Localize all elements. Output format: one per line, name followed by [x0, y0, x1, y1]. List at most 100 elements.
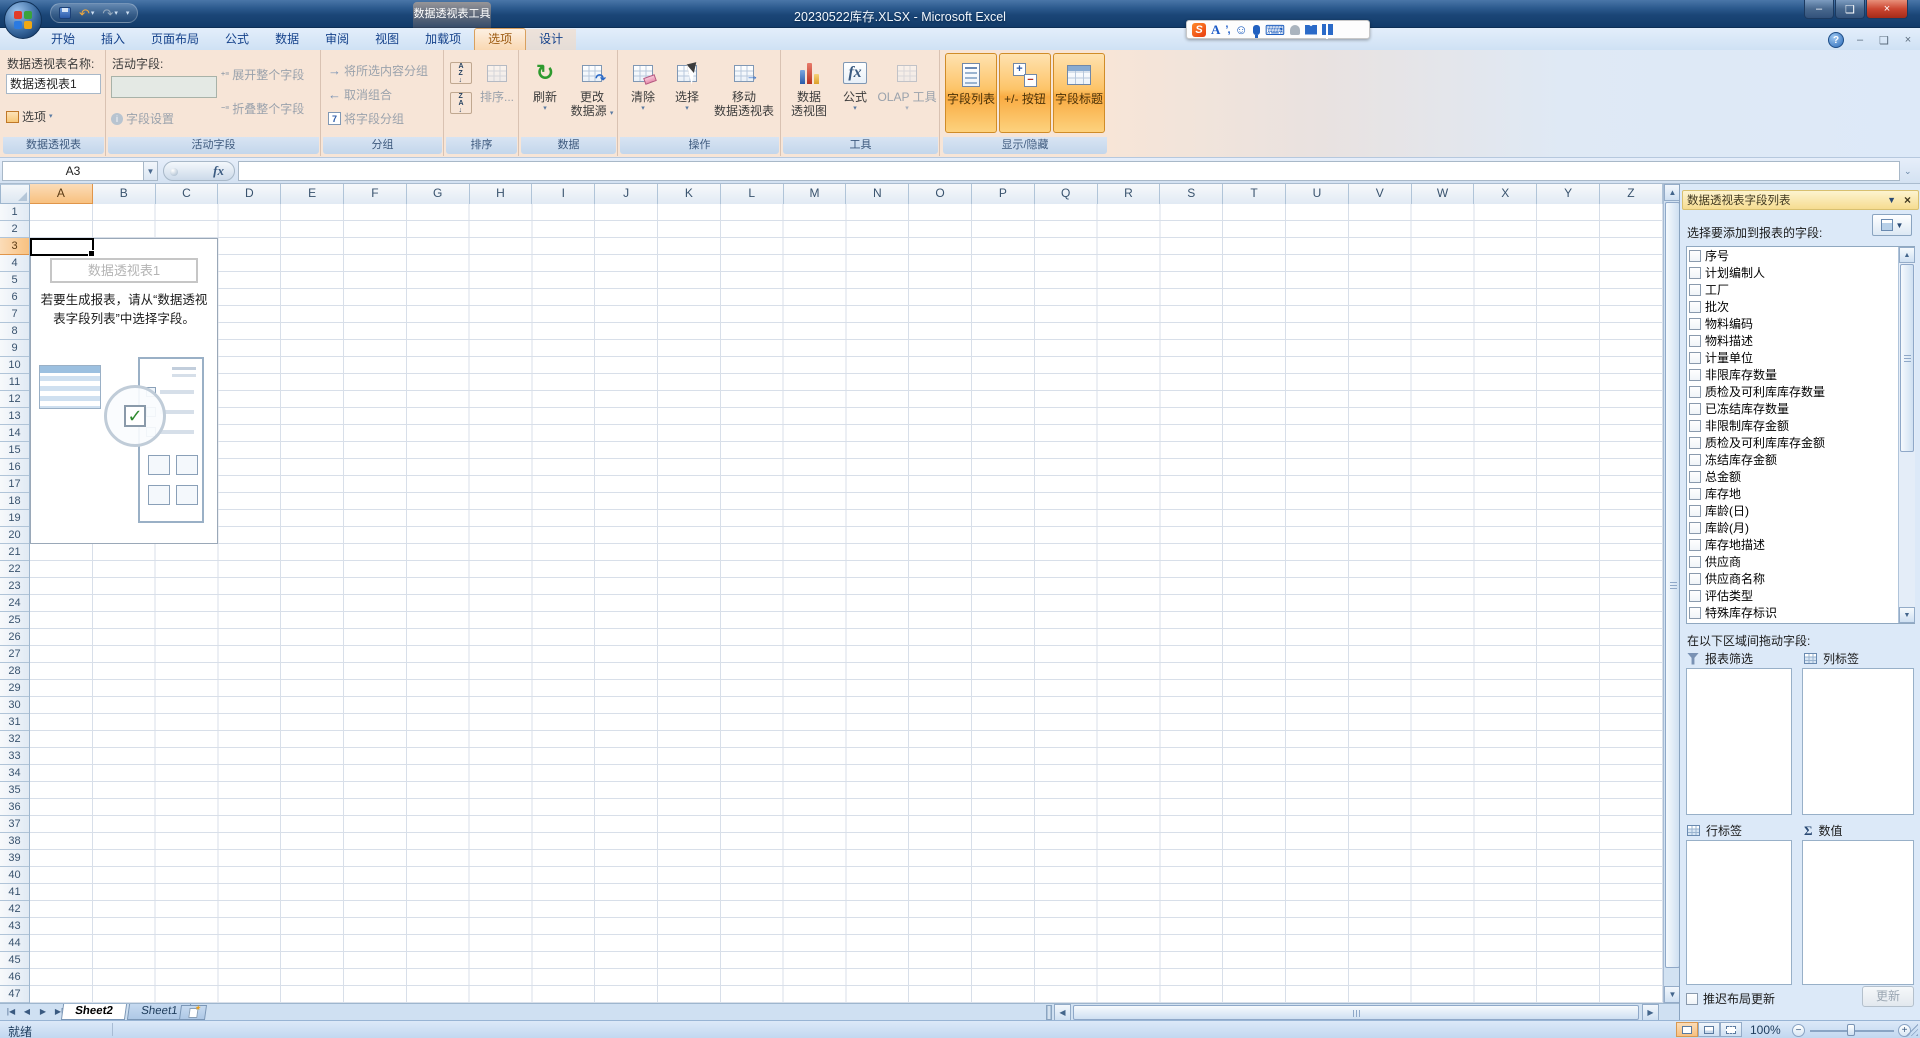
field-checkbox[interactable]	[1689, 504, 1701, 517]
row-header-32[interactable]: 32	[0, 731, 29, 748]
name-box[interactable]: A3	[2, 161, 144, 181]
change-data-source-button[interactable]: ↷ 更改 数据源 ▾	[568, 53, 616, 135]
field-item[interactable]: 总金额	[1687, 468, 1914, 485]
row-header-6[interactable]: 6	[0, 289, 29, 306]
field-item[interactable]: 质检及可利库库存金额	[1687, 434, 1914, 451]
doc-restore-button[interactable]: ❑	[1876, 34, 1892, 47]
insert-function-button[interactable]: fx	[163, 161, 235, 181]
row-header-26[interactable]: 26	[0, 629, 29, 646]
ribbon-tab-加载项[interactable]: 加载项	[412, 29, 474, 50]
field-checkbox[interactable]	[1689, 368, 1701, 381]
maximize-button[interactable]: ❑	[1835, 0, 1865, 19]
group-item-2[interactable]: ← 取消组合	[328, 86, 392, 103]
column-header-C[interactable]: C	[155, 184, 219, 204]
column-header-H[interactable]: H	[469, 184, 533, 204]
column-header-V[interactable]: V	[1348, 184, 1412, 204]
normal-view-button[interactable]	[1676, 1022, 1698, 1037]
column-header-W[interactable]: W	[1411, 184, 1475, 204]
field-item[interactable]: 冻结库存金额	[1687, 451, 1914, 468]
zoom-slider-thumb[interactable]	[1847, 1024, 1855, 1036]
field-checkbox[interactable]	[1689, 572, 1701, 585]
column-header-Y[interactable]: Y	[1537, 184, 1600, 204]
ime-toolbox-icon[interactable]	[1322, 24, 1334, 35]
minimize-button[interactable]: –	[1804, 0, 1834, 19]
ribbon-tab-页面布局[interactable]: 页面布局	[138, 29, 212, 50]
row-header-35[interactable]: 35	[0, 782, 29, 799]
column-header-R[interactable]: R	[1097, 184, 1161, 204]
row-header-10[interactable]: 10	[0, 357, 29, 374]
olap-tools-button[interactable]: OLAP 工具 ▾	[877, 53, 937, 135]
row-header-4[interactable]: 4	[0, 255, 29, 272]
tab-scrollbar-splitter[interactable]	[1046, 1005, 1052, 1020]
row-header-20[interactable]: 20	[0, 527, 29, 544]
row-header-39[interactable]: 39	[0, 850, 29, 867]
field-checkbox[interactable]	[1689, 521, 1701, 534]
column-header-N[interactable]: N	[846, 184, 910, 204]
field-item[interactable]: 物料编码	[1687, 315, 1914, 332]
insert-worksheet-tab[interactable]	[178, 1005, 208, 1020]
column-header-L[interactable]: L	[720, 184, 784, 204]
field-list-scroll-up-icon[interactable]: ▲	[1899, 247, 1915, 263]
field-checkbox[interactable]	[1689, 249, 1701, 262]
column-header-Q[interactable]: Q	[1034, 184, 1098, 204]
pane-options-dropdown-icon[interactable]: ▼	[1882, 195, 1901, 205]
row-labels-area[interactable]	[1686, 840, 1792, 985]
row-header-38[interactable]: 38	[0, 833, 29, 850]
row-header-44[interactable]: 44	[0, 935, 29, 952]
row-header-29[interactable]: 29	[0, 680, 29, 697]
row-header-8[interactable]: 8	[0, 323, 29, 340]
field-checkbox[interactable]	[1689, 334, 1701, 347]
row-header-14[interactable]: 14	[0, 425, 29, 442]
ribbon-tab-视图[interactable]: 视图	[362, 29, 412, 50]
row-header-37[interactable]: 37	[0, 816, 29, 833]
select-button[interactable]: 选择 ▾	[667, 53, 707, 135]
field-item[interactable]: 供应商	[1687, 553, 1914, 570]
column-header-U[interactable]: U	[1286, 184, 1349, 204]
pivottable-options-button[interactable]: 选项 ▾	[6, 108, 53, 125]
field-item[interactable]: 库存地描述	[1687, 536, 1914, 553]
ime-logo-icon[interactable]: S	[1192, 22, 1206, 37]
report-filter-area[interactable]	[1686, 668, 1792, 815]
row-header-1[interactable]: 1	[0, 204, 29, 221]
pane-title-bar[interactable]: 数据透视表字段列表 ▼ ×	[1682, 190, 1919, 210]
column-header-D[interactable]: D	[218, 184, 282, 204]
save-button[interactable]	[57, 5, 73, 21]
redo-button[interactable]: ↷ ▾	[100, 5, 119, 21]
column-header-A[interactable]: A	[30, 184, 93, 204]
move-pivottable-button[interactable]: → 移动 数据透视表	[711, 53, 777, 135]
row-header-3[interactable]: 3	[0, 238, 29, 255]
ime-emoji-icon[interactable]: ☺	[1235, 23, 1248, 36]
field-item[interactable]: 批次	[1687, 298, 1914, 315]
field-checkbox[interactable]	[1689, 385, 1701, 398]
ime-punctuation-icon[interactable]: ’,	[1225, 24, 1230, 36]
column-header-S[interactable]: S	[1160, 184, 1224, 204]
field-item[interactable]: 物料描述	[1687, 332, 1914, 349]
row-header-23[interactable]: 23	[0, 578, 29, 595]
formula-bar-expand-icon[interactable]: ⌄	[1904, 166, 1912, 177]
defer-layout-checkbox[interactable]	[1686, 992, 1698, 1005]
field-settings-button[interactable]: i 字段设置	[111, 110, 174, 127]
column-header-J[interactable]: J	[595, 184, 658, 204]
field-item[interactable]: 库存地	[1687, 485, 1914, 502]
row-header-7[interactable]: 7	[0, 306, 29, 323]
doc-close-button[interactable]: ×	[1900, 34, 1916, 46]
field-checkbox[interactable]	[1689, 487, 1701, 500]
row-header-9[interactable]: 9	[0, 340, 29, 357]
row-header-15[interactable]: 15	[0, 442, 29, 459]
column-header-O[interactable]: O	[909, 184, 972, 204]
row-header-12[interactable]: 12	[0, 391, 29, 408]
office-button[interactable]	[4, 1, 42, 39]
refresh-button[interactable]: ↻ 刷新 ▾	[524, 53, 566, 135]
row-header-22[interactable]: 22	[0, 561, 29, 578]
sheet-tab-Sheet2[interactable]: Sheet2	[60, 1004, 127, 1020]
field-item[interactable]: 质检及可利库库存数量	[1687, 383, 1914, 400]
formula-input[interactable]	[238, 161, 1900, 181]
ime-language-icon[interactable]: A	[1211, 22, 1220, 38]
help-button[interactable]: ?	[1828, 32, 1844, 48]
field-list-scrollbar[interactable]: ▲ ▼	[1898, 247, 1915, 623]
row-header-36[interactable]: 36	[0, 799, 29, 816]
close-button[interactable]: ×	[1866, 0, 1908, 19]
expand-field-button[interactable]: +≡ 展开整个字段	[221, 66, 304, 83]
row-header-43[interactable]: 43	[0, 918, 29, 935]
row-header-42[interactable]: 42	[0, 901, 29, 918]
